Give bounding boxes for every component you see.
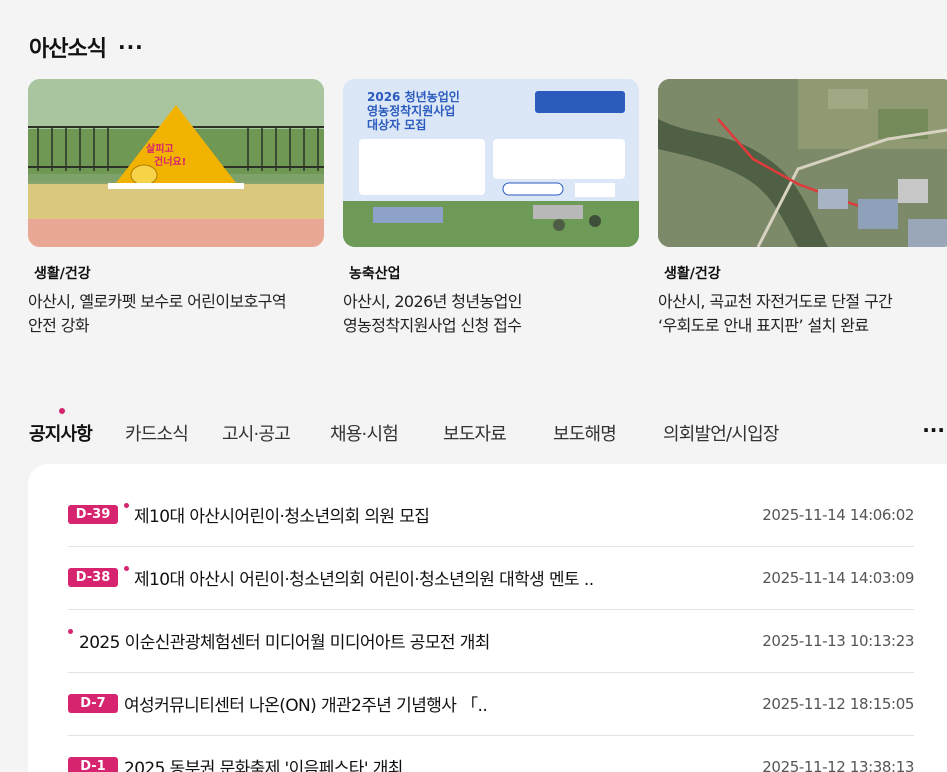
section-title: 아산소식 — [29, 37, 107, 62]
dday-badge: D-7 — [68, 694, 118, 713]
notice-tabs: 공지사항 카드소식 고시·공고 채용·시험 보도자료 보도해명 의회발언/시입장… — [29, 408, 947, 450]
news-card-category: 생활/건강 — [664, 266, 721, 282]
notice-row[interactable]: 2025 이순신관광체험센터 미디어월 미디어아트 공모전 개최 2025-11… — [68, 610, 914, 673]
notice-date: 2025-11-13 10:13:23 — [762, 632, 914, 650]
tab-press-explanation[interactable]: 보도해명 — [553, 420, 617, 446]
dday-badge: D-39 — [68, 505, 118, 524]
news-card-image: 살피고 건너요! — [28, 79, 324, 247]
poster-image: 2026 청년농업인 영농정착지원사업 대상자 모집 — [343, 79, 639, 247]
notice-title[interactable]: 여성커뮤니티센터 나온(ON) 개관2주년 기념행사 「.. — [124, 691, 488, 716]
svg-text:2026 청년농업인: 2026 청년농업인 — [367, 89, 460, 104]
notice-date: 2025-11-12 13:38:13 — [762, 758, 914, 772]
tab-notices[interactable]: 공지사항 — [29, 420, 93, 446]
tab-press-release[interactable]: 보도자료 — [443, 420, 507, 446]
notice-row[interactable]: D-7 여성커뮤니티센터 나온(ON) 개관2주년 기념행사 「.. 2025-… — [68, 673, 914, 736]
new-dot-icon — [68, 629, 73, 634]
notice-row[interactable]: D-1 2025 동부권 문화축제 '이음페스타' 개최 2025-11-12 … — [68, 736, 914, 772]
notice-date: 2025-11-14 14:06:02 — [762, 506, 914, 524]
news-card-image — [658, 79, 947, 247]
dday-badge: D-1 — [68, 757, 118, 772]
notice-title[interactable]: 제10대 아산시 어린이·청소년의회 어린이·청소년의원 대학생 멘토 .. — [134, 565, 594, 590]
notice-title[interactable]: 제10대 아산시어린이·청소년의회 의원 모집 — [134, 502, 430, 527]
notice-title[interactable]: 2025 이순신관광체험센터 미디어월 미디어아트 공모전 개최 — [79, 628, 490, 653]
news-card-category: 생활/건강 — [34, 266, 91, 282]
svg-text:살피고: 살피고 — [146, 142, 174, 155]
svg-text:건너요!: 건너요! — [154, 155, 186, 168]
svg-text:대상자 모집: 대상자 모집 — [367, 117, 426, 132]
news-carousel: 살피고 건너요! 생활/건강 아산시, 옐로카펫 보수로 어린이보호구역 안전 … — [28, 79, 947, 349]
notice-title[interactable]: 2025 동부권 문화축제 '이음페스타' 개최 — [124, 754, 403, 772]
notice-row[interactable]: D-38 제10대 아산시 어린이·청소년의회 어린이·청소년의원 대학생 멘토… — [68, 547, 914, 610]
tab-card-news[interactable]: 카드소식 — [125, 420, 189, 446]
news-card-title[interactable]: 아산시, 옐로카펫 보수로 어린이보호구역 안전 강화 — [28, 290, 324, 338]
section-header: 아산소식 ··· — [29, 31, 144, 63]
new-dot-icon — [124, 566, 129, 571]
news-card[interactable]: 살피고 건너요! 생활/건강 아산시, 옐로카펫 보수로 어린이보호구역 안전 … — [28, 79, 324, 338]
dday-badge: D-38 — [68, 568, 118, 587]
section-more-icon[interactable]: ··· — [118, 35, 144, 59]
tabs-more-icon[interactable]: ··· — [922, 418, 945, 442]
notice-date: 2025-11-14 14:03:09 — [762, 569, 914, 587]
yellow-carpet-photo: 살피고 건너요! — [28, 79, 324, 247]
news-card[interactable]: 생활/건강 아산시, 곡교천 자전거도로 단절 구간 ‘우회도로 안내 표지판’… — [658, 79, 947, 338]
news-card-category: 농축산업 — [349, 266, 401, 282]
aerial-map-photo — [658, 79, 947, 247]
tab-announcements[interactable]: 고시·공고 — [222, 420, 291, 446]
notice-row[interactable]: D-39 제10대 아산시어린이·청소년의회 의원 모집 2025-11-14 … — [68, 484, 914, 547]
news-card-title[interactable]: 아산시, 2026년 청년농업인 영농정착지원사업 신청 접수 — [343, 290, 639, 338]
notice-date: 2025-11-12 18:15:05 — [762, 695, 914, 713]
svg-text:영농정착지원사업: 영농정착지원사업 — [367, 103, 455, 118]
active-tab-indicator — [59, 408, 65, 414]
news-card-image: 2026 청년농업인 영농정착지원사업 대상자 모집 — [343, 79, 639, 247]
tab-council-statements[interactable]: 의회발언/시입장 — [663, 420, 779, 446]
tab-recruitment[interactable]: 채용·시험 — [330, 420, 399, 446]
notice-list: D-39 제10대 아산시어린이·청소년의회 의원 모집 2025-11-14 … — [28, 464, 947, 772]
news-card[interactable]: 2026 청년농업인 영농정착지원사업 대상자 모집 농축산업 아산시, 202… — [343, 79, 639, 338]
news-card-title[interactable]: 아산시, 곡교천 자전거도로 단절 구간 ‘우회도로 안내 표지판’ 설치 완료 — [658, 290, 947, 338]
new-dot-icon — [124, 503, 129, 508]
